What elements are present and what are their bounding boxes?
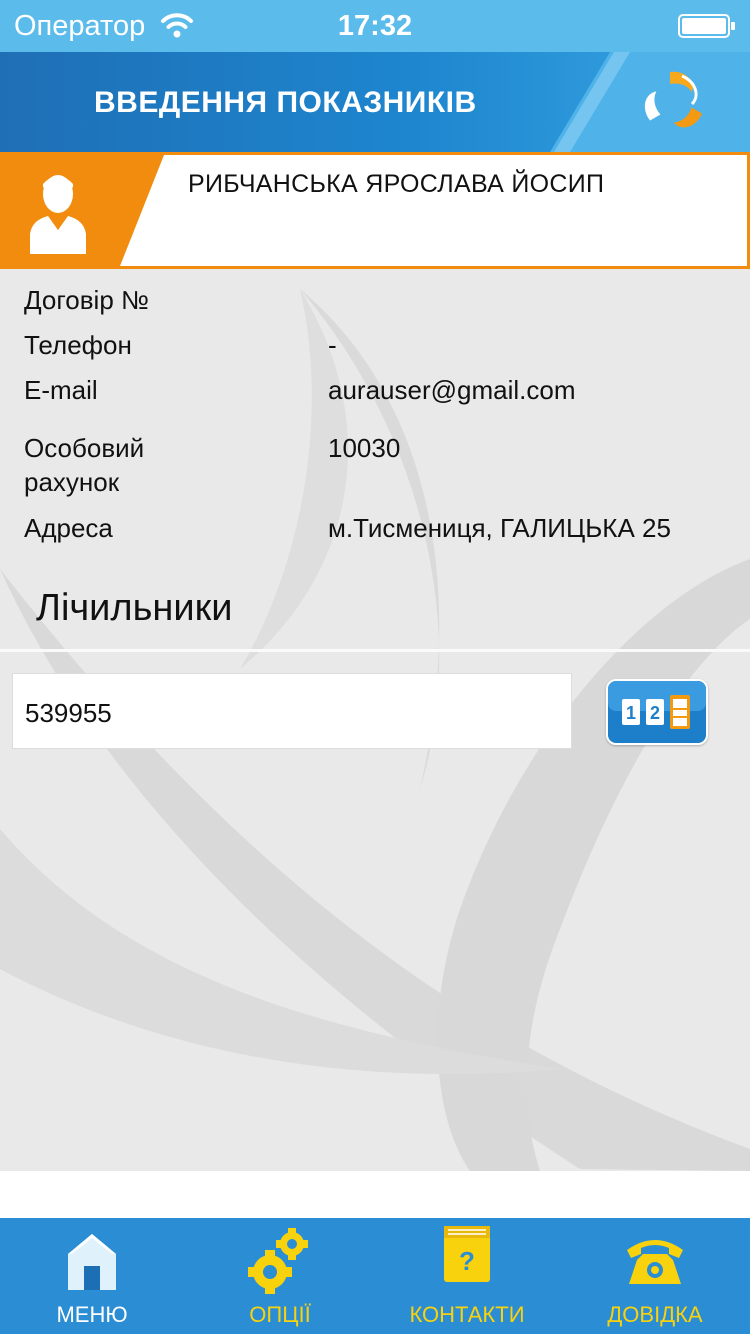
tab-options[interactable]: ОПЦІЇ (186, 1218, 374, 1334)
page-title: ВВЕДЕННЯ ПОКАЗНИКІВ (94, 86, 477, 119)
tab-options-label: ОПЦІЇ (249, 1302, 311, 1327)
contract-label: Договір № (24, 285, 149, 315)
content-footer-gap (0, 1171, 750, 1218)
tab-contacts-label: КОНТАКТИ (409, 1302, 525, 1327)
clock: 17:32 (337, 10, 413, 42)
account-label-line1: Особовий (24, 433, 145, 463)
user-bar: РИБЧАНСЬКА ЯРОСЛАВА ЙОСИП (0, 152, 750, 269)
account-value: 10030 (328, 433, 401, 463)
status-bar: Оператор 17:32 (0, 0, 750, 52)
company-logo-icon (644, 71, 702, 128)
battery-icon (678, 14, 735, 38)
enter-readings-button[interactable]: 1 2 (606, 679, 708, 745)
address-label: Адреса (24, 513, 113, 543)
meter-number-field[interactable]: 539955 (12, 673, 572, 749)
address-value: м.Тисмениця, ГАЛИЦЬКА 25 (328, 513, 671, 543)
svg-text:?: ? (459, 1246, 475, 1276)
tab-help-label: ДОВІДКА (607, 1302, 703, 1327)
user-avatar-icon (30, 175, 86, 254)
user-full-name: РИБЧАНСЬКА ЯРОСЛАВА ЙОСИП (188, 170, 605, 198)
bottom-tab-bar: МЕНЮ ОПЦІЇ ? КОНТАКТИ ДОВІДКА (0, 1218, 750, 1334)
meter-number: 539955 (25, 698, 112, 728)
tab-help[interactable]: ДОВІДКА (560, 1218, 750, 1334)
meters-section-title: Лічильники (36, 587, 233, 629)
tab-contacts[interactable]: ? КОНТАКТИ (374, 1218, 560, 1334)
main-content[interactable]: Договір № Телефон - E-mail aurauser@gmai… (0, 269, 750, 1171)
account-label-line2: рахунок (24, 467, 120, 497)
app-header: ВВЕДЕННЯ ПОКАЗНИКІВ (0, 52, 750, 152)
phone-label: Телефон (24, 330, 132, 360)
contact-book-icon: ? (444, 1226, 490, 1282)
tab-menu[interactable]: МЕНЮ (0, 1218, 184, 1334)
telephone-icon (627, 1240, 683, 1284)
tab-menu-label: МЕНЮ (56, 1302, 128, 1327)
home-icon (68, 1234, 116, 1290)
email-label: E-mail (24, 375, 98, 405)
counter-digits-icon: 1 2 (608, 681, 706, 743)
email-value: aurauser@gmail.com (328, 375, 576, 405)
section-divider (0, 649, 750, 652)
svg-text:1: 1 (626, 703, 636, 723)
svg-text:2: 2 (650, 703, 660, 723)
phone-value: - (328, 330, 337, 360)
gears-icon (248, 1228, 308, 1294)
